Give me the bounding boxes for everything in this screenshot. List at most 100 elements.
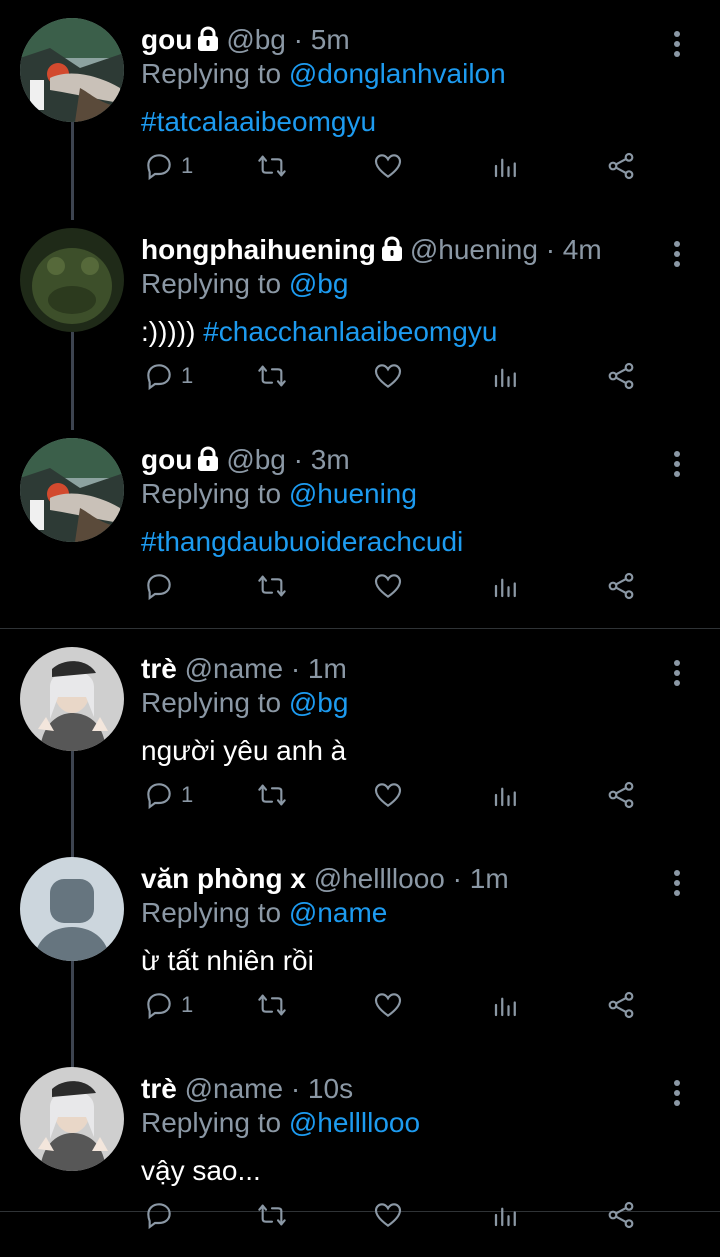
hashtag[interactable]: #thangdaubuoiderachcudi bbox=[141, 526, 463, 557]
display-name[interactable]: gou bbox=[141, 24, 192, 55]
share-button[interactable] bbox=[605, 568, 637, 604]
share-icon bbox=[605, 1199, 637, 1231]
avatar[interactable] bbox=[20, 228, 124, 332]
replying-mention[interactable]: @hellllooo bbox=[289, 1107, 420, 1138]
replying-mention[interactable]: @donglanhvailon bbox=[289, 58, 506, 89]
tweet[interactable]: trè @name · 1m Replying to @bg người yêu… bbox=[0, 647, 720, 837]
user-handle[interactable]: @bg bbox=[226, 444, 286, 475]
reply-count: 1 bbox=[181, 992, 194, 1017]
tweet-text: :))))) #chacchanlaaibeomgyu bbox=[141, 314, 497, 350]
share-icon bbox=[605, 779, 637, 811]
reply-button[interactable] bbox=[143, 1197, 181, 1233]
like-button[interactable] bbox=[372, 1197, 404, 1233]
analytics-button[interactable] bbox=[491, 1197, 521, 1233]
reply-button[interactable] bbox=[143, 568, 181, 604]
replying-mention[interactable]: @name bbox=[289, 897, 387, 928]
more-icon[interactable] bbox=[665, 24, 689, 64]
analytics-button[interactable] bbox=[491, 358, 521, 394]
tweet-time: · 10s bbox=[290, 1073, 354, 1104]
analytics-button[interactable] bbox=[491, 148, 521, 184]
retweet-button[interactable] bbox=[255, 568, 289, 604]
tweet-time: · 4m bbox=[545, 234, 602, 265]
tweet[interactable]: gou @bg · 3m Replying to @huening #thangd… bbox=[0, 438, 720, 628]
share-button[interactable] bbox=[605, 987, 637, 1023]
tweet-actions: 1 bbox=[141, 358, 641, 394]
retweet-button[interactable] bbox=[255, 1197, 289, 1233]
user-handle[interactable]: @hellllooo bbox=[314, 863, 445, 894]
tweet-text: #tatcalaaibeomgyu bbox=[141, 104, 376, 140]
user-handle[interactable]: @huening bbox=[410, 234, 538, 265]
tweet[interactable]: hongphaihuening @huening · 4m Replying to… bbox=[0, 228, 720, 418]
tweet[interactable]: gou @bg · 5m Replying to @donglanhvailon … bbox=[0, 18, 720, 208]
replying-prefix: Replying to bbox=[141, 1107, 282, 1138]
like-button[interactable] bbox=[372, 987, 404, 1023]
tweet[interactable]: trè @name · 10s Replying to @hellllooo v… bbox=[0, 1067, 720, 1257]
share-button[interactable] bbox=[605, 777, 637, 813]
like-button[interactable] bbox=[372, 568, 404, 604]
avatar[interactable] bbox=[20, 18, 124, 122]
replying-to: Replying to @huening bbox=[141, 476, 417, 512]
replying-mention[interactable]: @bg bbox=[289, 687, 349, 718]
user-handle[interactable]: @name bbox=[185, 1073, 283, 1104]
user-handle[interactable]: @bg bbox=[226, 24, 286, 55]
avatar[interactable] bbox=[20, 857, 124, 961]
display-name[interactable]: hongphaihuening bbox=[141, 234, 376, 265]
tweet-text-plain: :))))) bbox=[141, 316, 204, 347]
divider bbox=[0, 628, 720, 629]
replying-to: Replying to @name bbox=[141, 895, 387, 931]
more-icon[interactable] bbox=[665, 1073, 689, 1113]
like-button[interactable] bbox=[372, 358, 404, 394]
replying-to: Replying to @bg bbox=[141, 266, 348, 302]
reply-icon bbox=[143, 570, 175, 602]
display-name[interactable]: trè bbox=[141, 1073, 177, 1104]
tweet-text-plain: ừ tất nhiên rồi bbox=[141, 945, 314, 976]
analytics-button[interactable] bbox=[491, 987, 521, 1023]
lock-icon bbox=[380, 235, 404, 271]
display-name[interactable]: văn phòng x bbox=[141, 863, 306, 894]
tweet[interactable]: văn phòng x @hellllooo · 1m Replying to … bbox=[0, 857, 720, 1047]
tweet-text: vậy sao... bbox=[141, 1153, 261, 1189]
like-button[interactable] bbox=[372, 148, 404, 184]
analytics-button[interactable] bbox=[491, 568, 521, 604]
analytics-button[interactable] bbox=[491, 777, 521, 813]
tweet-header: văn phòng x @hellllooo · 1m bbox=[141, 861, 509, 897]
retweet-icon bbox=[255, 150, 289, 182]
more-icon[interactable] bbox=[665, 234, 689, 274]
tweet-header: trè @name · 1m bbox=[141, 651, 347, 687]
replying-prefix: Replying to bbox=[141, 268, 282, 299]
hashtag[interactable]: #chacchanlaaibeomgyu bbox=[203, 316, 497, 347]
tweet-time: · 1m bbox=[452, 863, 509, 894]
retweet-button[interactable] bbox=[255, 777, 289, 813]
user-handle[interactable]: @name bbox=[185, 653, 283, 684]
more-icon[interactable] bbox=[665, 444, 689, 484]
avatar[interactable] bbox=[20, 438, 124, 542]
reply-button[interactable]: 1 bbox=[143, 987, 193, 1023]
reply-button[interactable]: 1 bbox=[143, 148, 193, 184]
reply-icon bbox=[143, 1199, 175, 1231]
retweet-button[interactable] bbox=[255, 358, 289, 394]
reply-button[interactable]: 1 bbox=[143, 358, 193, 394]
tweet-actions: 1 bbox=[141, 777, 641, 813]
hashtag[interactable]: #tatcalaaibeomgyu bbox=[141, 106, 376, 137]
replying-mention[interactable]: @huening bbox=[289, 478, 417, 509]
retweet-button[interactable] bbox=[255, 987, 289, 1023]
display-name[interactable]: trè bbox=[141, 653, 177, 684]
replying-mention[interactable]: @bg bbox=[289, 268, 349, 299]
more-icon[interactable] bbox=[665, 653, 689, 693]
tweet-time: · 3m bbox=[293, 444, 350, 475]
tweet-time: · 5m bbox=[293, 24, 350, 55]
like-button[interactable] bbox=[372, 777, 404, 813]
avatar[interactable] bbox=[20, 1067, 124, 1171]
tweet-time: · 1m bbox=[290, 653, 347, 684]
share-button[interactable] bbox=[605, 148, 637, 184]
share-button[interactable] bbox=[605, 358, 637, 394]
avatar[interactable] bbox=[20, 647, 124, 751]
like-icon bbox=[372, 150, 404, 182]
analytics-icon bbox=[491, 989, 521, 1021]
reply-button[interactable]: 1 bbox=[143, 777, 193, 813]
like-icon bbox=[372, 570, 404, 602]
display-name[interactable]: gou bbox=[141, 444, 192, 475]
retweet-button[interactable] bbox=[255, 148, 289, 184]
more-icon[interactable] bbox=[665, 863, 689, 903]
share-button[interactable] bbox=[605, 1197, 637, 1233]
